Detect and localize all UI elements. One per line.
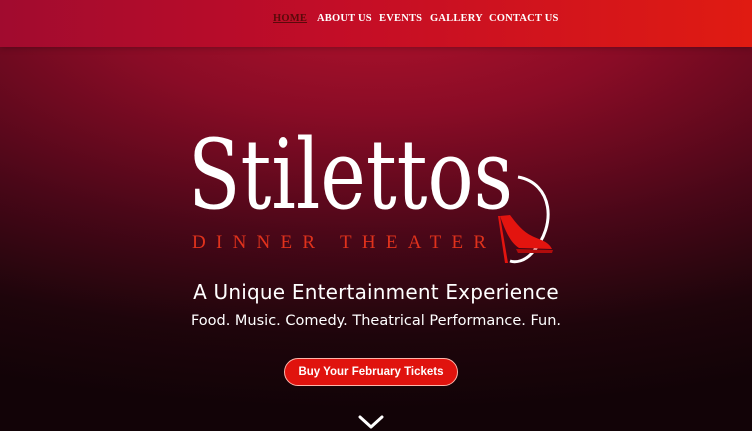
nav-gallery[interactable]: GALLERY: [430, 13, 483, 24]
buy-tickets-button[interactable]: Buy Your February Tickets: [284, 358, 458, 386]
top-navigation-bar: HOME ABOUT US EVENTS GALLERY CONTACT US: [0, 0, 752, 47]
stilettos-logo: Stilettos DINNER THEATER: [188, 119, 553, 264]
chevron-down-icon[interactable]: [358, 414, 384, 430]
logo-title: Stilettos: [188, 119, 513, 231]
nav-about-us[interactable]: ABOUT US: [317, 13, 372, 24]
main-nav: HOME ABOUT US EVENTS GALLERY CONTACT US: [0, 13, 752, 29]
stiletto-shoe-icon: [498, 215, 553, 263]
nav-home[interactable]: HOME: [273, 13, 307, 24]
hero-tagline: A Unique Entertainment Experience: [193, 280, 559, 304]
nav-contact-us[interactable]: CONTACT US: [489, 13, 559, 24]
logo-subtitle: DINNER THEATER: [192, 232, 492, 253]
nav-events[interactable]: EVENTS: [379, 13, 422, 24]
hero-subline: Food. Music. Comedy. Theatrical Performa…: [190, 313, 562, 329]
